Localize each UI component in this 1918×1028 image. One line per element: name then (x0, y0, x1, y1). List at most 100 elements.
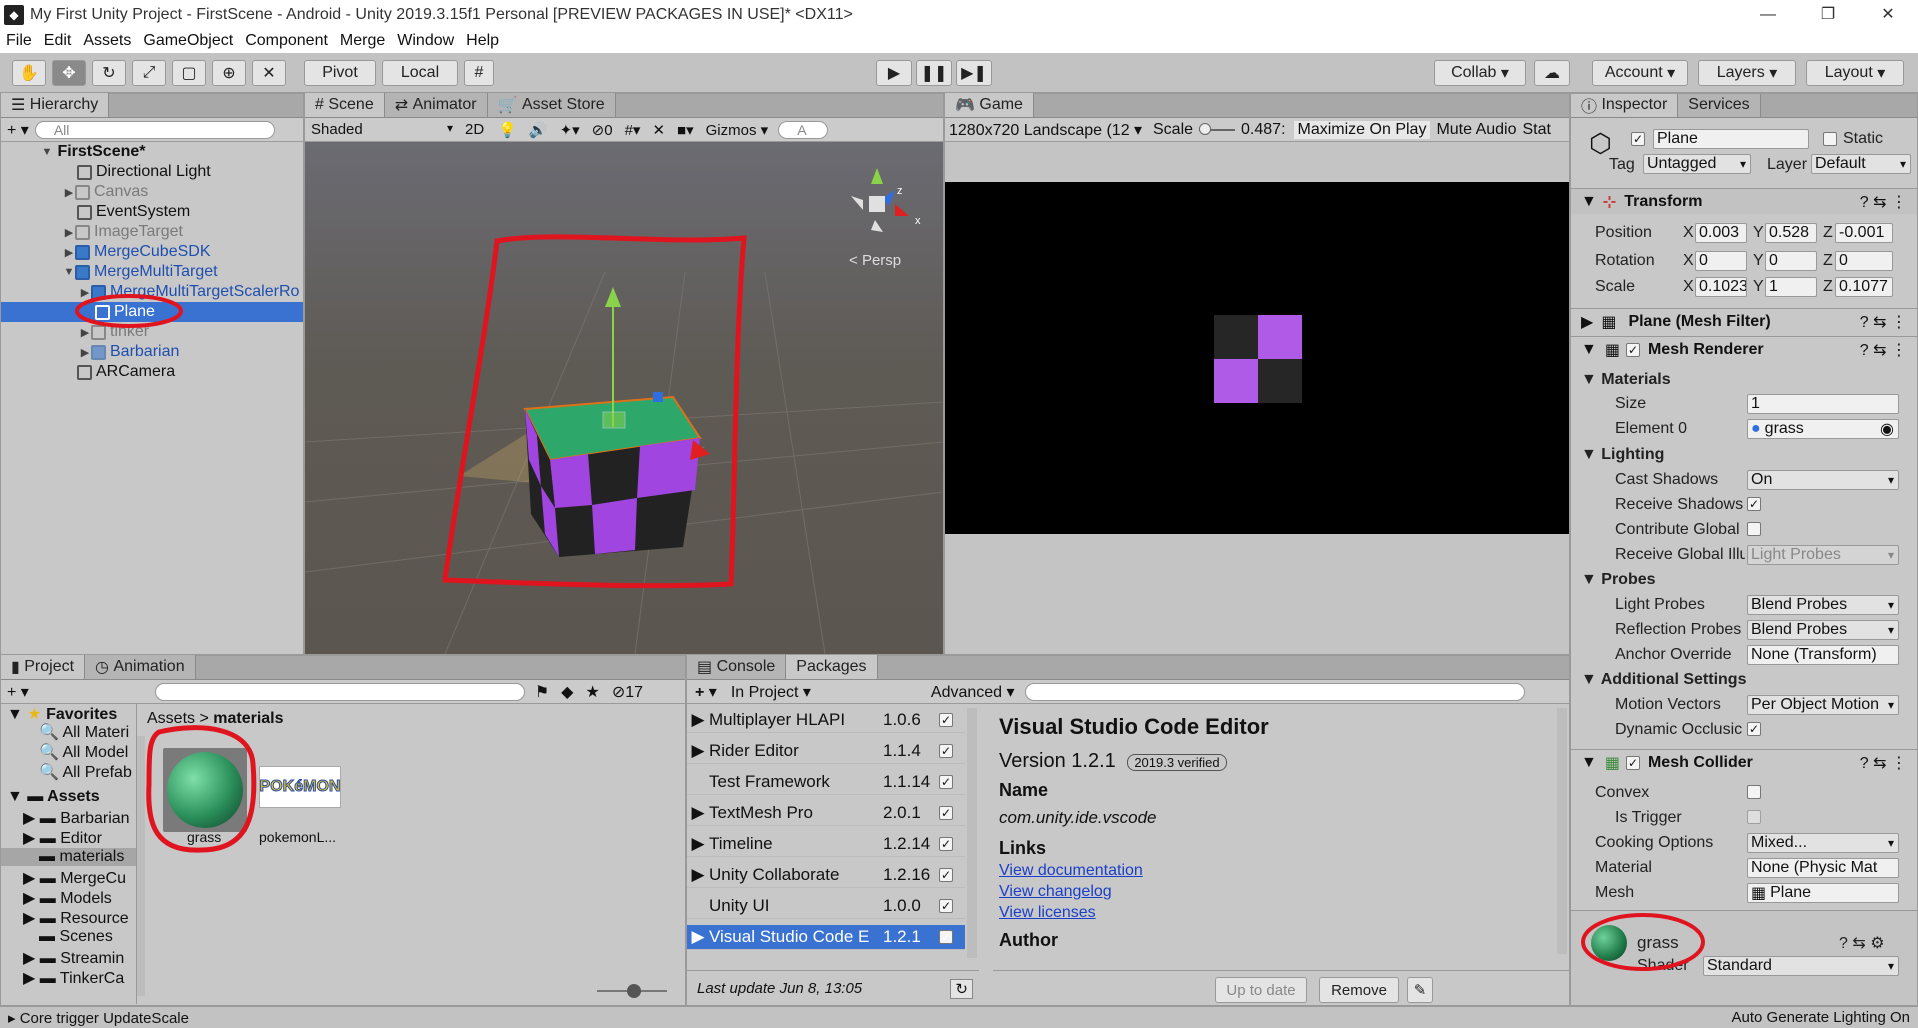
component-menu-icon[interactable]: ? ⇆ ⋮ (1860, 753, 1907, 773)
hidden-packages-icon[interactable]: ⊘17 (612, 682, 643, 702)
position-x-field[interactable]: 0.003 (1695, 223, 1747, 243)
mesh-renderer-header[interactable]: ▼ ▦ ✓ Mesh Renderer? ⇆ ⋮ (1571, 336, 1917, 362)
collider-material-field[interactable]: None (Physic Mat (1747, 858, 1899, 878)
scene-viewport[interactable]: zx < Persp (304, 142, 944, 655)
component-menu-icon[interactable]: ? ⇆ ⋮ (1860, 192, 1907, 212)
hand-tool-icon[interactable]: ✋ (12, 60, 46, 86)
folder-item-selected[interactable]: ▬ materials (1, 848, 136, 866)
folder-item[interactable]: ▶ ▬ Models (23, 888, 112, 908)
favorite-item[interactable]: 🔍 All Model (39, 742, 128, 762)
search-by-type-icon[interactable]: ⚑ (535, 682, 549, 702)
materials-foldout[interactable]: ▼ Materials (1581, 371, 1671, 389)
folder-item[interactable]: ▶ ▬ Editor (23, 828, 102, 848)
contribute-gi-checkbox[interactable] (1747, 522, 1761, 536)
cloud-icon[interactable]: ☁ (1534, 60, 1570, 86)
layer-dropdown[interactable]: Default (1811, 154, 1911, 174)
package-list-scrollbar[interactable] (967, 708, 977, 958)
element0-field[interactable]: ● grass ◉ (1747, 419, 1899, 439)
status-right-text[interactable]: Auto Generate Lighting On (1732, 1009, 1910, 1026)
tab-animation[interactable]: ◷ Animation (85, 655, 196, 679)
maximize-on-play-toggle[interactable]: Maximize On Play (1293, 120, 1431, 139)
menu-assets[interactable]: Assets (83, 32, 131, 50)
menu-gameobject[interactable]: GameObject (143, 32, 233, 50)
transform-header[interactable]: ▼ ⊹ Transform? ⇆ ⋮ (1571, 188, 1917, 214)
layers-dropdown[interactable]: Layers ▾ (1698, 60, 1796, 86)
package-row[interactable]: ▶ Rider Editor 1.1.4 ✓ (687, 739, 965, 764)
view-changelog-link[interactable]: View changelog (999, 883, 1112, 901)
scale-y-field[interactable]: 1 (1765, 277, 1817, 297)
folder-item[interactable]: ▶ ▬ Resource (23, 908, 129, 928)
audio-toggle-icon[interactable]: 🔊 (529, 121, 548, 139)
mesh-filter-header[interactable]: ▶ ▦ Plane (Mesh Filter)? ⇆ ⋮ (1571, 308, 1917, 334)
rotation-x-field[interactable]: 0 (1695, 251, 1747, 271)
minimize-button[interactable]: — (1738, 0, 1798, 29)
remove-package-button[interactable]: Remove (1319, 977, 1399, 1003)
menu-edit[interactable]: Edit (44, 32, 72, 50)
folder-item[interactable]: ▶ ▬ TinkerCa (23, 968, 124, 988)
favorites-icon[interactable]: ★ (585, 682, 599, 702)
package-row[interactable]: ▶ TextMesh Pro 2.0.1 ✓ (687, 801, 965, 826)
assets-foldout[interactable]: ▼ ▬ Assets (7, 788, 100, 806)
maximize-button[interactable]: ❐ (1798, 0, 1858, 29)
favorite-item[interactable]: 🔍 All Prefab (39, 762, 132, 782)
package-row-selected[interactable]: ▶ Visual Studio Code E 1.2.1 ✓ (687, 925, 965, 950)
view-documentation-link[interactable]: View documentation (999, 862, 1143, 880)
project-search-input[interactable] (154, 682, 525, 701)
position-y-field[interactable]: 0.528 (1765, 223, 1817, 243)
package-row[interactable]: Unity UI 1.0.0 ✓ (687, 894, 965, 919)
package-row[interactable]: ▶ Timeline 1.2.14 ✓ (687, 832, 965, 857)
dynamic-occlusion-checkbox[interactable]: ✓ (1747, 722, 1761, 736)
position-z-field[interactable]: -0.001 (1835, 223, 1893, 243)
scale-tool-icon[interactable]: ⤢ (132, 60, 166, 86)
materials-size-field[interactable]: 1 (1747, 394, 1899, 414)
rotation-y-field[interactable]: 0 (1765, 251, 1817, 271)
probes-foldout[interactable]: ▼ Probes (1581, 571, 1656, 589)
hierarchy-search-input[interactable]: All (34, 120, 275, 139)
tab-console[interactable]: ▤ Console (687, 655, 787, 679)
refresh-icon[interactable]: ↻ (950, 978, 973, 999)
status-message[interactable]: ▸ Core trigger UpdateScale (8, 1009, 189, 1027)
motion-vectors-dropdown[interactable]: Per Object Motion (1747, 695, 1899, 715)
play-button[interactable]: ▶ (876, 60, 912, 86)
reflection-probes-dropdown[interactable]: Blend Probes (1747, 620, 1899, 640)
detail-scrollbar[interactable] (1557, 708, 1567, 954)
camera-icon[interactable]: ■▾ (677, 121, 694, 139)
menu-window[interactable]: Window (397, 32, 454, 50)
menu-merge[interactable]: Merge (340, 32, 385, 50)
component-menu-icon[interactable]: ? ⇆ ⋮ (1860, 340, 1907, 360)
stats-toggle[interactable]: Stat (1523, 121, 1551, 139)
package-row[interactable]: Test Framework 1.1.14 ✓ (687, 770, 965, 795)
mode-2d-button[interactable]: 2D (465, 121, 484, 138)
scale-z-field[interactable]: 0.1077 (1835, 277, 1893, 297)
object-picker-icon[interactable]: ◉ (1880, 420, 1894, 438)
rotation-z-field[interactable]: 0 (1835, 251, 1893, 271)
component-menu-icon[interactable]: ? ⇆ ⋮ (1860, 312, 1907, 332)
game-viewport[interactable] (945, 142, 1569, 654)
scale-x-field[interactable]: 0.1023 (1695, 277, 1747, 297)
resolution-dropdown[interactable]: 1280x720 Landscape (12 ▾ (945, 120, 1145, 140)
asset-pokemon-logo[interactable]: POKéMON (259, 766, 341, 808)
view-licenses-link[interactable]: View licenses (999, 904, 1096, 922)
account-dropdown[interactable]: Account ▾ (1592, 60, 1688, 86)
tab-services[interactable]: Services (1678, 94, 1761, 117)
icon-size-slider[interactable] (597, 984, 667, 998)
object-name-field[interactable]: Plane (1653, 129, 1809, 149)
tab-animator[interactable]: ⇄ Animator (384, 93, 488, 117)
move-tool-icon[interactable]: ✥ (52, 60, 86, 86)
shading-dropdown[interactable]: Shaded (305, 121, 457, 138)
packages-filter-dropdown[interactable]: In Project ▾ (731, 682, 811, 702)
pause-button[interactable]: ❚❚ (916, 60, 952, 86)
cooking-options-dropdown[interactable]: Mixed... (1747, 833, 1899, 853)
tools-icon[interactable]: ✕ (652, 121, 665, 139)
tab-packages[interactable]: Packages (786, 655, 878, 679)
light-probes-dropdown[interactable]: Blend Probes (1747, 595, 1899, 615)
layout-dropdown[interactable]: Layout ▾ (1806, 60, 1904, 86)
scene-root[interactable]: ▼ FirstScene* (41, 142, 341, 162)
menu-component[interactable]: Component (245, 32, 328, 50)
favorites-foldout[interactable]: ▼ ★ Favorites (7, 704, 117, 724)
active-checkbox[interactable]: ✓ (1631, 132, 1645, 146)
grid-toggle-icon[interactable]: #▾ (625, 121, 641, 139)
hidden-objects-icon[interactable]: ⊘0 (592, 121, 613, 139)
component-menu-icon[interactable]: ? ⇆ ⚙ (1839, 933, 1885, 953)
folder-item[interactable]: ▶ ▬ Streamin (23, 948, 124, 968)
